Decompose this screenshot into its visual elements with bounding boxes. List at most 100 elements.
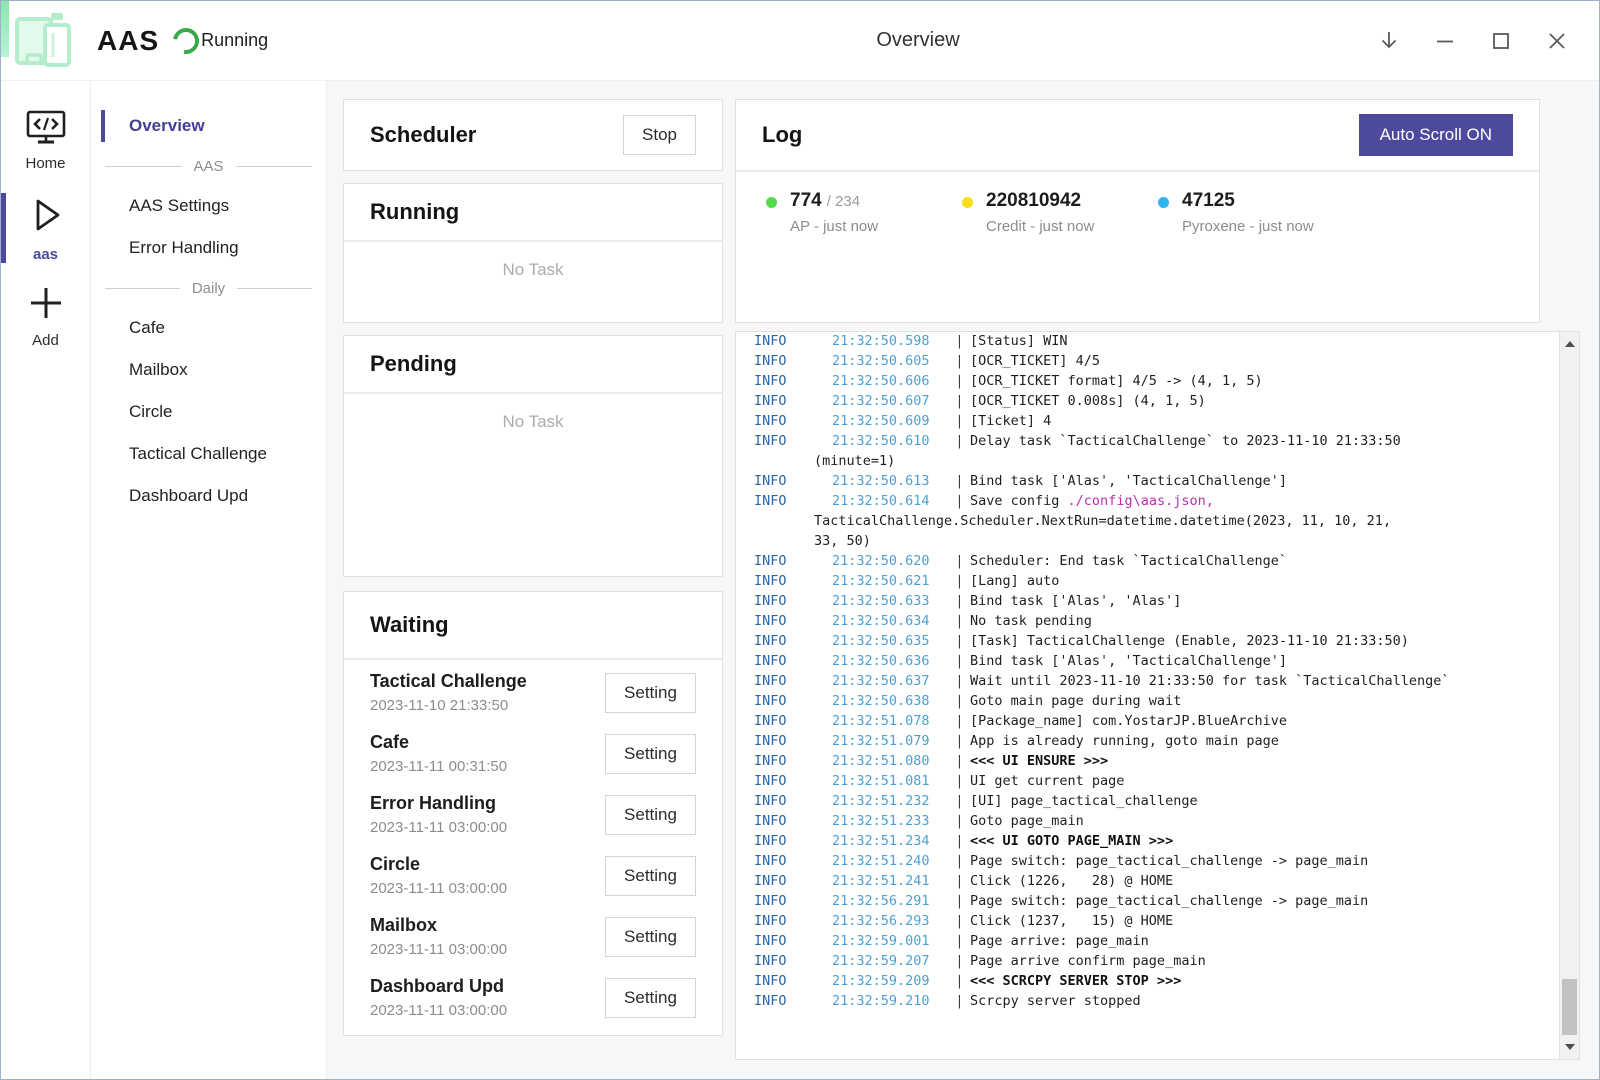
log-level: INFO [754,651,832,671]
stat-value-line: 220810942 [986,190,1094,212]
rail-item-home[interactable]: Home [1,99,90,181]
stat-value-line: 47125 [1182,190,1314,212]
log-line: INFO21:32:50.634|No task pending [754,611,1553,631]
log-message: Scheduler: End task `TacticalChallenge` [970,551,1287,571]
log-timestamp: 21:32:51.232 [832,791,949,811]
plus-icon [26,283,66,328]
log-message: Wait until 2023-11-10 21:33:50 for task … [970,671,1450,691]
log-message: [Task] TacticalChallenge (Enable, 2023-1… [970,631,1409,651]
task-columns: Scheduler Stop Running No Task Pending N… [343,99,723,1060]
log-message: Delay task `TacticalChallenge` to 2023-1… [970,431,1401,451]
log-timestamp: 21:32:50.636 [832,651,949,671]
download-update-button[interactable] [1369,21,1409,61]
log-level: INFO [754,991,832,1011]
log-message: Page switch: page_tactical_challenge -> … [970,891,1368,911]
sidebar-item-aas-settings[interactable]: AAS Settings [91,185,326,227]
section-line [236,166,313,167]
log-message: [Status] WIN [970,332,1068,351]
log-timestamp: 21:32:51.233 [832,811,949,831]
log-line: INFO21:32:59.001|Page arrive: page_main [754,931,1553,951]
log-timestamp: 21:32:56.291 [832,891,949,911]
stat-dot-icon [766,197,777,208]
resource-stat: 47125Pyroxene - just now [1158,190,1354,235]
log-separator: | [949,391,970,411]
stat-value: 774 [790,190,822,212]
maximize-button[interactable] [1481,21,1521,61]
task-setting-button[interactable]: Setting [605,917,696,957]
minimize-button[interactable] [1425,21,1465,61]
sidebar-item-dashboard-upd[interactable]: Dashboard Upd [91,475,326,517]
rail-active-bar [1,193,6,263]
rail-item-add[interactable]: Add [1,275,90,357]
log-timestamp: 21:32:50.621 [832,571,949,591]
sidebar-item-error-handling[interactable]: Error Handling [91,227,326,269]
log-level: INFO [754,671,832,691]
log-message: [OCR_TICKET 0.008s] (4, 1, 5) [970,391,1206,411]
log-message: Click (1237, 15) @ HOME [970,911,1173,931]
log-line: INFO21:32:50.614|Save config ./config\aa… [754,491,1553,511]
rail-item-label: Home [25,155,65,172]
task-setting-button[interactable]: Setting [605,734,696,774]
sidebar-item-tactical-challenge[interactable]: Tactical Challenge [91,433,326,475]
app-name: AAS [97,25,159,57]
log-message: Page arrive confirm page_main [970,951,1206,971]
log-separator: | [949,991,970,1011]
log-line: INFO21:32:51.240|Page switch: page_tacti… [754,851,1553,871]
rail-item-aas[interactable]: aas [1,187,90,269]
stat-dot-icon [962,197,973,208]
task-next-run-time: 2023-11-10 21:33:50 [370,697,527,714]
sidebar-item-overview[interactable]: Overview [91,105,326,147]
task-setting-button[interactable]: Setting [605,673,696,713]
sidebar-item-circle[interactable]: Circle [91,391,326,433]
log-separator: | [949,951,970,971]
log-line: INFO21:32:51.232|[UI] page_tactical_chal… [754,791,1553,811]
task-setting-button[interactable]: Setting [605,978,696,1018]
task-meta: Dashboard Upd2023-11-11 03:00:00 [370,976,507,1019]
log-separator: | [949,371,970,391]
log-level: INFO [754,731,832,751]
stat-body: 220810942Credit - just now [986,190,1094,235]
log-message: Scrcpy server stopped [970,991,1141,1011]
log-separator: | [949,571,970,591]
scheduler-stop-button[interactable]: Stop [623,115,696,155]
log-timestamp: 21:32:50.633 [832,591,949,611]
log-level: INFO [754,431,832,451]
log-line: INFO21:32:51.234|<<< UI GOTO PAGE_MAIN >… [754,831,1553,851]
sidebar-item-cafe[interactable]: Cafe [91,307,326,349]
task-setting-button[interactable]: Setting [605,795,696,835]
log-output[interactable]: INFO21:32:50.598|[Status] WININFO21:32:5… [736,332,1559,1059]
rail-item-label: Add [32,332,59,349]
close-button[interactable] [1537,21,1577,61]
scheduler-title: Scheduler [370,122,476,148]
waiting-task-row: Mailbox2023-11-11 03:00:00Setting [370,906,696,967]
log-title: Log [762,122,802,148]
pending-title: Pending [370,351,457,377]
scrollbar-up-arrow-icon[interactable] [1560,334,1579,354]
auto-scroll-toggle[interactable]: Auto Scroll ON [1359,114,1513,156]
pending-card: Pending No Task [343,335,723,577]
log-timestamp: 21:32:51.079 [832,731,949,751]
page-title: Overview [876,29,959,52]
scrollbar-down-arrow-icon[interactable] [1560,1037,1579,1057]
log-level: INFO [754,691,832,711]
log-level: INFO [754,591,832,611]
task-setting-button[interactable]: Setting [605,856,696,896]
app-logo-icon [9,11,79,73]
log-level: INFO [754,951,832,971]
log-timestamp: 21:32:59.207 [832,951,949,971]
log-separator: | [949,551,970,571]
log-timestamp: 21:32:50.609 [832,411,949,431]
task-next-run-time: 2023-11-11 03:00:00 [370,819,507,836]
log-scrollbar[interactable] [1559,332,1579,1059]
scrollbar-thumb[interactable] [1562,979,1577,1035]
log-line: INFO21:32:50.638|Goto main page during w… [754,691,1553,711]
stat-body: 774/ 234AP - just now [790,190,878,235]
log-timestamp: 21:32:50.598 [832,332,949,351]
sidebar-item-mailbox[interactable]: Mailbox [91,349,326,391]
log-level: INFO [754,631,832,651]
waiting-task-row: Cafe2023-11-11 00:31:50Setting [370,723,696,784]
log-message-continuation: TacticalChallenge.Scheduler.NextRun=date… [754,511,1553,531]
log-line: INFO21:32:50.610|Delay task `TacticalCha… [754,431,1553,451]
log-level: INFO [754,931,832,951]
log-message: [Package_name] com.YostarJP.BlueArchive [970,711,1287,731]
